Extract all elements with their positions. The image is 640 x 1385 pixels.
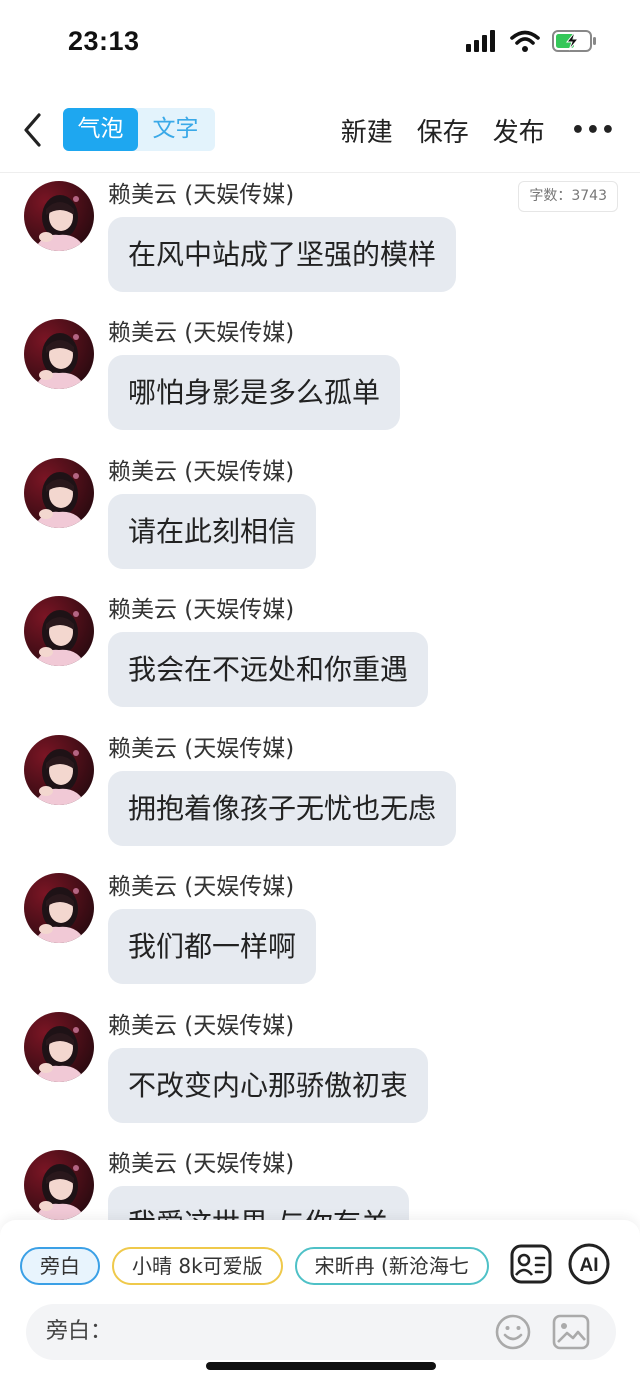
sender-name: 赖美云 (天娱传媒)	[108, 459, 295, 485]
nav-actions: 新建 保存 发布 •••	[317, 108, 616, 152]
chat-message: 赖美云 (天娱传媒) 哪怕身影是多么孤单	[0, 311, 640, 439]
sender-name: 赖美云 (天娱传媒)	[108, 736, 295, 762]
chat-message: 赖美云 (天娱传媒) 我会在不远处和你重遇	[0, 588, 640, 716]
chat-message: 赖美云 (天娱传媒) 不改变内心那骄傲初衷	[0, 1004, 640, 1132]
chat-message: 赖美云 (天娱传媒) 请在此刻相信	[0, 450, 640, 578]
save-button[interactable]: 保存	[417, 112, 469, 149]
composer-input-bar: 旁白：	[26, 1304, 616, 1360]
message-bubble[interactable]: 拥抱着像孩子无忧也无虑	[108, 771, 457, 846]
avatar[interactable]	[24, 873, 94, 943]
publish-button[interactable]: 发布	[493, 112, 545, 149]
role-chip-song[interactable]: 宋昕冉 (新沧海七	[294, 1247, 489, 1285]
message-bubble[interactable]: 在风中站成了坚强的模样	[108, 217, 457, 292]
sender-name: 赖美云 (天娱传媒)	[108, 874, 295, 900]
nav-bar: 气泡 文字 新建 保存 发布 •••	[0, 100, 640, 160]
message-bubble[interactable]: 不改变内心那骄傲初衷	[108, 1048, 429, 1123]
message-bubble[interactable]: 请在此刻相信	[108, 494, 317, 569]
ai-label: AI	[580, 1255, 599, 1276]
new-button[interactable]: 新建	[341, 112, 393, 149]
avatar[interactable]	[24, 735, 94, 805]
back-button[interactable]	[16, 108, 50, 152]
message-bubble[interactable]: 我爱这世界 与你有关	[108, 1186, 409, 1220]
composer-panel: 旁白 小晴 8k可爱版 宋昕冉 (新沧海七 AI 旁白：	[0, 1220, 640, 1385]
image-icon	[552, 1314, 590, 1350]
battery-charging-icon	[552, 29, 598, 57]
input-role-label: 旁白：	[46, 1319, 113, 1344]
role-manage-button[interactable]	[509, 1242, 553, 1286]
ai-button[interactable]: AI	[567, 1242, 611, 1286]
avatar[interactable]	[24, 1012, 94, 1082]
status-time: 23:13	[68, 26, 140, 56]
message-input[interactable]	[112, 1314, 492, 1350]
role-chip-list[interactable]: 旁白 小晴 8k可爱版 宋昕冉 (新沧海七	[20, 1247, 492, 1287]
chat-message: 赖美云 (天娱传媒) 拥抱着像孩子无忧也无虑	[0, 727, 640, 855]
role-chip-xiaoqing[interactable]: 小晴 8k可爱版	[112, 1247, 283, 1285]
chat-message: 赖美云 (天娱传媒) 我们都一样啊	[0, 865, 640, 993]
message-bubble[interactable]: 我们都一样啊	[108, 909, 317, 984]
status-icons	[466, 29, 598, 57]
tab-text[interactable]: 文字	[138, 108, 213, 151]
sender-name: 赖美云 (天娱传媒)	[108, 597, 295, 623]
mode-segmented-control: 气泡 文字	[63, 108, 215, 151]
sender-name: 赖美云 (天娱传媒)	[108, 320, 295, 346]
chevron-left-icon	[24, 113, 41, 147]
sender-name: 赖美云 (天娱传媒)	[108, 1013, 295, 1039]
message-bubble[interactable]: 哪怕身影是多么孤单	[108, 355, 401, 430]
contact-card-icon	[510, 1244, 552, 1284]
avatar[interactable]	[24, 319, 94, 389]
home-indicator[interactable]	[206, 1362, 436, 1370]
wifi-icon	[510, 30, 540, 56]
emoji-button[interactable]	[494, 1313, 532, 1351]
avatar[interactable]	[24, 1150, 94, 1220]
sender-name: 赖美云 (天娱传媒)	[108, 182, 295, 208]
image-button[interactable]	[552, 1313, 590, 1351]
message-bubble[interactable]: 我会在不远处和你重遇	[108, 632, 429, 707]
smiley-icon	[495, 1314, 531, 1350]
status-bar: 23:13	[0, 0, 640, 88]
avatar[interactable]	[24, 596, 94, 666]
avatar[interactable]	[24, 458, 94, 528]
sender-name: 赖美云 (天娱传媒)	[108, 1151, 295, 1177]
avatar[interactable]	[24, 181, 94, 251]
chat-message: 赖美云 (天娱传媒) 我爱这世界 与你有关	[0, 1142, 640, 1220]
signal-icon	[466, 30, 498, 56]
tab-bubble[interactable]: 气泡	[63, 108, 138, 151]
chat-message: 赖美云 (天娱传媒) 在风中站成了坚强的模样	[0, 173, 640, 301]
chat-area[interactable]: 字数：3743 赖美云 (天娱传媒) 在风中站成了坚强的模样 赖美云 (天娱传媒…	[0, 173, 640, 1220]
role-chip-narrator[interactable]: 旁白	[20, 1247, 100, 1285]
more-button[interactable]: •••	[571, 118, 616, 143]
